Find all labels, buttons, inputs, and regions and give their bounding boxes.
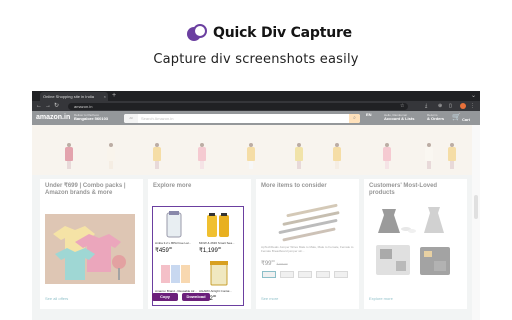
model-figure	[294, 143, 304, 169]
selected-div-highlight[interactable]: Amba 3.2 L BPA Free Lar... ₹45900 MOW & …	[152, 206, 244, 306]
orders-line2: & Orders	[427, 116, 445, 121]
browser-tab[interactable]: Online Shopping site in India ×	[40, 92, 108, 101]
search-bar: All Search Amazon.in ⌕	[124, 114, 360, 123]
browser-window: Online Shopping site in India × + ⌄ ← → …	[32, 91, 480, 320]
back-icon[interactable]: ←	[36, 102, 42, 110]
model-figure	[447, 143, 457, 169]
menu-icon[interactable]: ⋮	[470, 102, 475, 110]
download-button[interactable]: Download	[182, 293, 210, 301]
product-tile[interactable]: MOW & 2636 Smart Sea... ₹1,19900	[199, 209, 243, 257]
quick-div-capture-logo	[187, 24, 207, 41]
thumbnail[interactable]	[262, 271, 276, 278]
reload-icon[interactable]: ↻	[54, 102, 59, 110]
price-whole: 459	[158, 248, 169, 254]
new-tab-button[interactable]: +	[112, 92, 116, 100]
returns-orders[interactable]: Returns & Orders	[427, 113, 444, 121]
product-name: Amba 3.2 L BPA Free Lar...	[155, 241, 192, 245]
amazon-navbar: amazon.in Deliver to Pacheco Bangalore 5…	[32, 111, 480, 125]
search-icon[interactable]: ⌕	[349, 114, 360, 123]
brand-name: Quick Div Capture	[213, 25, 352, 41]
smart-bottle-image	[207, 213, 229, 237]
tshirts-image	[45, 214, 135, 284]
model-figure	[152, 143, 162, 169]
scrollbar-thumb[interactable]	[474, 195, 478, 219]
model-figure	[332, 143, 342, 169]
forward-icon[interactable]: →	[45, 102, 51, 110]
thumbnail[interactable]	[316, 271, 330, 278]
address-input[interactable]: amazon.in	[68, 103, 408, 110]
tagline: Capture div screenshots easily	[153, 52, 359, 67]
card-most-loved[interactable]: Customers' Most-Loved products Explore m…	[364, 179, 467, 309]
price-whole: 99	[264, 261, 272, 267]
thumbnail[interactable]	[334, 271, 348, 278]
cart-label[interactable]: Cart	[462, 117, 470, 122]
kitchen-products-image	[376, 207, 450, 275]
card-title: Explore more	[153, 183, 192, 189]
account-menu[interactable]: Hello, Ramkumar Account & Lists	[384, 113, 414, 121]
model-figure	[197, 143, 207, 169]
product-name: MOW & 2636 Smart Sea...	[199, 241, 235, 245]
tab-bar: Online Shopping site in India × + ⌄	[32, 91, 480, 101]
see-all-offers-link[interactable]: See all offers	[45, 296, 68, 301]
card-more-items[interactable]: More items to consider ApTechDeals Jumpe…	[256, 179, 359, 309]
card-title: Customers' Most-Loved products	[369, 183, 438, 196]
reusable-bags-image	[161, 265, 190, 283]
star-icon[interactable]: ☆	[400, 102, 404, 110]
deliver-line2: Bangalore 560103	[74, 116, 109, 121]
extension-icon[interactable]: ⊕	[438, 102, 442, 110]
close-icon[interactable]: ×	[104, 94, 106, 99]
profile-avatar[interactable]	[460, 103, 466, 109]
card-title: More items to consider	[261, 183, 327, 189]
model-figure	[424, 143, 434, 169]
tab-title: Online Shopping site in India	[43, 94, 94, 99]
tshirts-illustration	[45, 214, 135, 284]
see-more-link[interactable]: See more	[261, 296, 278, 301]
product-price: ₹1,19900	[199, 246, 222, 254]
thumbnail[interactable]	[280, 271, 294, 278]
cart-icon[interactable]: 🛒	[452, 113, 461, 121]
amazon-page: amazon.in Deliver to Pacheco Bangalore 5…	[32, 111, 480, 320]
price-fraction: 00	[271, 259, 275, 263]
address-bar-row: ← → ↻ amazon.in ☆ ⤓ ⊕ ▯ ⋮	[32, 101, 480, 111]
card-title: Under ₹699 | Combo packs | Amazon brands…	[45, 183, 126, 196]
airtight-container-image	[210, 261, 228, 286]
search-category[interactable]: All	[124, 114, 138, 123]
url-text: amazon.in	[74, 104, 93, 109]
product-price: ₹45900	[155, 246, 173, 254]
sidebar-icon[interactable]: ▯	[449, 102, 452, 110]
model-figure	[64, 143, 74, 169]
hero-banner[interactable]	[32, 125, 472, 175]
account-line2: Account & Lists	[384, 116, 415, 121]
product-tile[interactable]: Amba 3.2 L BPA Free Lar... ₹45900	[155, 209, 199, 257]
amazon-logo[interactable]: amazon.in	[36, 114, 70, 121]
promo-header: Quick Div Capture Capture div screenshot…	[0, 0, 512, 90]
copy-button[interactable]: Copy	[152, 293, 178, 301]
product-price: ₹9900 ₹199.00	[261, 259, 288, 267]
language-selector[interactable]: EN	[366, 113, 372, 117]
model-figure	[106, 143, 116, 169]
price-whole: 1,199	[202, 248, 218, 254]
scrollbar[interactable]	[472, 125, 480, 320]
model-figure	[246, 143, 256, 169]
download-icon[interactable]: ⤓	[425, 102, 427, 110]
thumbnail[interactable]	[298, 271, 312, 278]
price-fraction: 00	[168, 246, 173, 250]
language-label: EN	[366, 112, 372, 117]
search-input[interactable]: Search Amazon.in	[141, 114, 173, 123]
price-fraction: 00	[212, 294, 217, 298]
product-title[interactable]: ApTechDeals Jumper Wires Male to Male, M…	[261, 245, 355, 253]
model-figure	[382, 143, 392, 169]
explore-more-link[interactable]: Explore more	[369, 296, 393, 301]
price-fraction: 00	[217, 246, 222, 250]
deliver-to[interactable]: Deliver to Pacheco Bangalore 560103	[74, 113, 108, 121]
old-price: ₹199.00	[276, 262, 288, 266]
water-bottle-image	[166, 211, 182, 238]
card-combo-packs[interactable]: Under ₹699 | Combo packs | Amazon brands…	[40, 179, 143, 309]
chevron-down-icon[interactable]: ⌄	[471, 92, 476, 99]
